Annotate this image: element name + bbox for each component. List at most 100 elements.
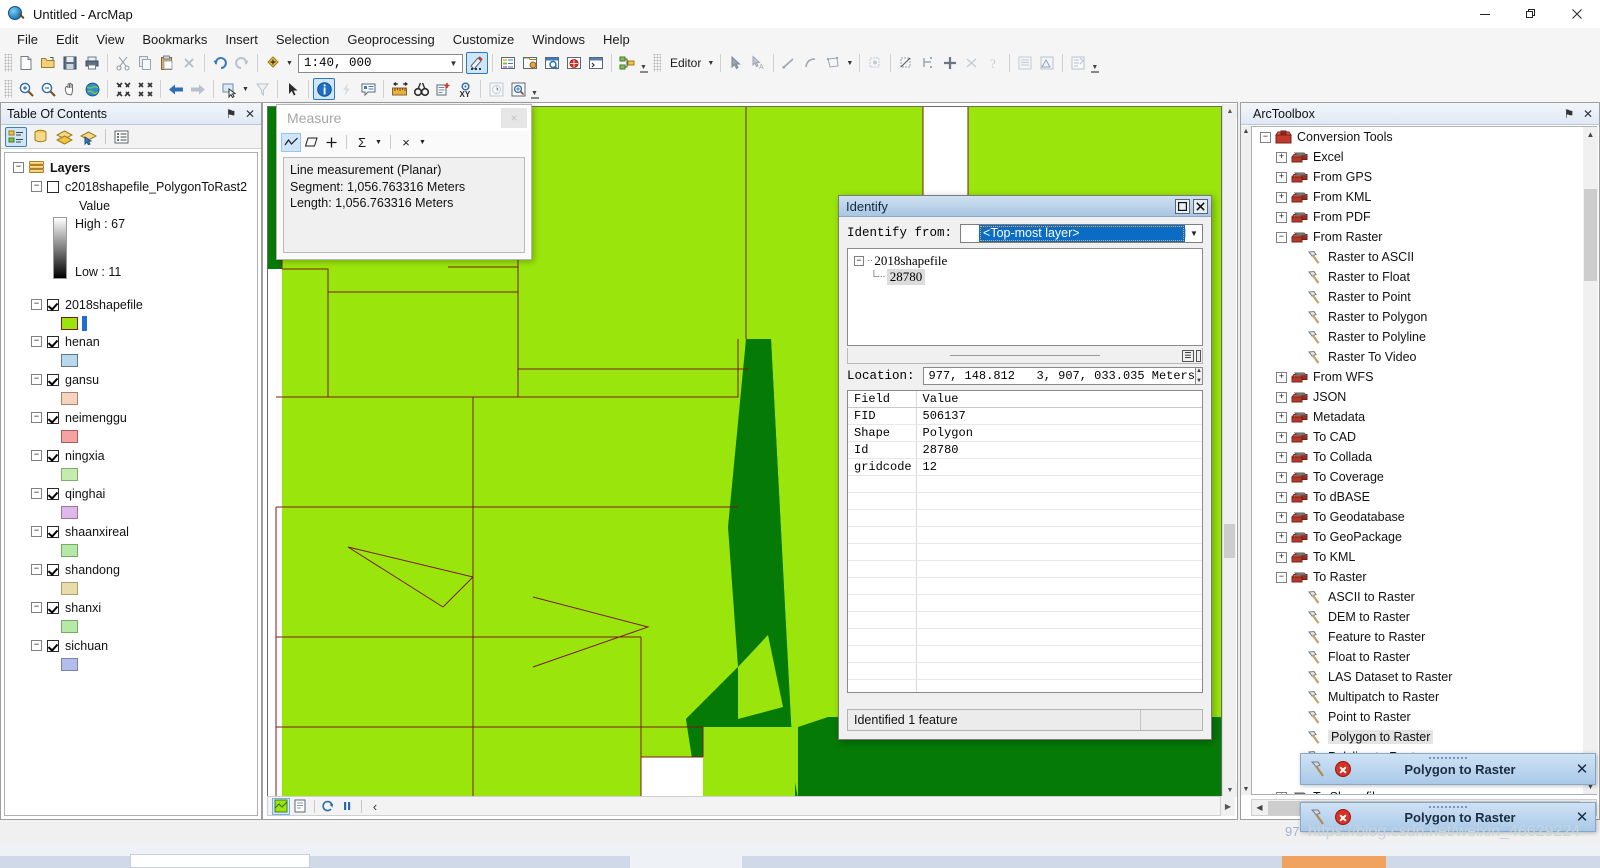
- arctoolbox-item-raster-to-point[interactable]: Raster to Point: [1252, 287, 1596, 307]
- create-viewer-window-icon[interactable]: [507, 78, 529, 100]
- copy-icon[interactable]: [134, 52, 156, 74]
- toc-layer-raster[interactable]: − c2018shapefile_PolygonToRast2: [5, 177, 257, 196]
- arctoolbox-item-raster-to-video[interactable]: Raster To Video: [1252, 347, 1596, 367]
- select-elements-icon[interactable]: [282, 78, 304, 100]
- arctoolbox-item-to-raster[interactable]: − To Raster: [1252, 567, 1596, 587]
- table-of-contents-icon[interactable]: [497, 52, 519, 74]
- expander-icon[interactable]: +: [1276, 431, 1287, 443]
- expander-icon[interactable]: +: [1276, 511, 1287, 523]
- arctoolbox-item-to-kml[interactable]: + To KML: [1252, 547, 1596, 567]
- expander-icon[interactable]: +: [1276, 151, 1287, 163]
- toc-layer-ningxia[interactable]: − ningxia: [5, 446, 257, 465]
- toast-grip[interactable]: [1428, 756, 1468, 759]
- menu-windows[interactable]: Windows: [523, 29, 594, 49]
- expander-icon[interactable]: +: [1276, 491, 1287, 503]
- expander-icon[interactable]: −: [31, 564, 42, 575]
- measure-area-icon[interactable]: [301, 133, 321, 152]
- toc-root-layers[interactable]: − Layers: [5, 158, 257, 177]
- map-scale-combo[interactable]: 1:40, 000 ▼: [298, 53, 463, 73]
- expander-icon[interactable]: −: [31, 181, 42, 192]
- fixed-zoom-in-icon[interactable]: [112, 78, 134, 100]
- arctoolbox-item-from-gps[interactable]: + From GPS: [1252, 167, 1596, 187]
- map-vertical-scrollbar[interactable]: ▲ ▼: [1222, 104, 1237, 797]
- identify-restore-icon[interactable]: [1175, 198, 1190, 214]
- menu-customize[interactable]: Customize: [444, 29, 523, 49]
- arctoolbox-item-to-collada[interactable]: + To Collada: [1252, 447, 1596, 467]
- find-route-icon[interactable]: [432, 78, 454, 100]
- toc-layer-shaanxireal[interactable]: − shaanxireal: [5, 522, 257, 541]
- layer-visibility-checkbox[interactable]: [47, 525, 59, 538]
- expander-icon[interactable]: +: [1276, 171, 1287, 183]
- expander-icon[interactable]: +: [1276, 791, 1287, 794]
- arctoolbox-item-from-pdf[interactable]: + From PDF: [1252, 207, 1596, 227]
- layer-visibility-checkbox[interactable]: [47, 411, 59, 424]
- curve-segment-icon[interactable]: [800, 52, 822, 74]
- identify-location-value[interactable]: 977, 148.812 3, 907, 033.035 Meters: [922, 367, 1196, 385]
- layout-view-icon[interactable]: [291, 798, 309, 815]
- python-window-icon[interactable]: [585, 52, 607, 74]
- toc-layer-shandong[interactable]: − shandong: [5, 560, 257, 579]
- toast-notification-1[interactable]: Polygon to Raster ✕: [1300, 753, 1596, 785]
- arctoolbox-item-to-geopackage[interactable]: + To GeoPackage: [1252, 527, 1596, 547]
- measure-clear-dropdown-icon[interactable]: ▼: [416, 139, 429, 146]
- table-row[interactable]: Id 28780: [848, 441, 1202, 459]
- expander-icon[interactable]: −: [1276, 231, 1287, 243]
- pause-drawing-icon[interactable]: [338, 798, 356, 815]
- select-dropdown-icon[interactable]: ▼: [240, 78, 251, 100]
- pan-icon[interactable]: [59, 78, 81, 100]
- construct-tools-dropdown-icon[interactable]: ▼: [844, 52, 855, 74]
- identify-close-icon[interactable]: [1193, 198, 1208, 214]
- measure-icon[interactable]: [388, 78, 410, 100]
- merge-tool-icon[interactable]: [939, 52, 961, 74]
- arctoolbox-item-from-wfs[interactable]: + From WFS: [1252, 367, 1596, 387]
- toc-layer-sichuan[interactable]: − sichuan: [5, 636, 257, 655]
- toc-layer-neimenggu[interactable]: − neimenggu: [5, 408, 257, 427]
- arctoolbox-item-raster-to-polyline[interactable]: Raster to Polyline: [1252, 327, 1596, 347]
- arctoolbox-item-float-to-raster[interactable]: Float to Raster: [1252, 647, 1596, 667]
- open-icon[interactable]: [37, 52, 59, 74]
- menu-bookmarks[interactable]: Bookmarks: [133, 29, 216, 49]
- editor-toolbar-grip[interactable]: [653, 54, 661, 72]
- zoom-in-icon[interactable]: [15, 78, 37, 100]
- scroll-left-icon[interactable]: ◀: [1252, 803, 1267, 812]
- arctoolbox-item-multipatch-to-raster[interactable]: Multipatch to Raster: [1252, 687, 1596, 707]
- list-by-visibility-icon[interactable]: [53, 127, 75, 147]
- map-corner-expand-icon[interactable]: ▶: [1221, 796, 1235, 816]
- expander-icon[interactable]: −: [31, 299, 42, 310]
- find-icon[interactable]: [410, 78, 432, 100]
- expander-icon[interactable]: −: [13, 162, 24, 173]
- rotate-tool-icon[interactable]: [961, 52, 983, 74]
- edit-annotation-tool-icon[interactable]: A: [747, 52, 769, 74]
- menu-help[interactable]: Help: [594, 29, 639, 49]
- catalog-icon[interactable]: [519, 52, 541, 74]
- html-popup-icon[interactable]: [357, 78, 379, 100]
- table-row[interactable]: gridcode 12: [848, 458, 1202, 476]
- arctoolbox-item-point-to-raster[interactable]: Point to Raster: [1252, 707, 1596, 727]
- list-by-drawing-order-icon[interactable]: [5, 126, 27, 147]
- identify-attributes-table[interactable]: Field Value FID 506137 Shape Polygon Id: [847, 390, 1203, 693]
- arctoolbox-item-las-dataset-to-raster[interactable]: LAS Dataset to Raster: [1252, 667, 1596, 687]
- map-scroll-thumb[interactable]: [1224, 524, 1235, 558]
- expander-icon[interactable]: −: [1260, 131, 1271, 143]
- identify-tree-child[interactable]: └··· 28780: [854, 269, 1202, 285]
- add-data-dropdown-icon[interactable]: ▼: [284, 52, 295, 74]
- model-builder-icon[interactable]: [616, 52, 638, 74]
- toc-pin-icon[interactable]: ⚑: [223, 105, 239, 123]
- editor-toolbar-overflow-icon[interactable]: ▼: [1089, 52, 1100, 74]
- identify-from-combo[interactable]: <Top-most layer> ▼: [960, 223, 1203, 243]
- arctoolbox-item-polygon-to-raster[interactable]: Polygon to Raster: [1252, 727, 1596, 747]
- arctoolbox-item-from-kml[interactable]: + From KML: [1252, 187, 1596, 207]
- close-button[interactable]: [1554, 0, 1600, 28]
- expander-icon[interactable]: +: [1276, 531, 1287, 543]
- identify-splitter[interactable]: ☰: [847, 348, 1203, 364]
- expander-icon[interactable]: +: [1276, 451, 1287, 463]
- expander-icon[interactable]: +: [1276, 371, 1287, 383]
- layer-visibility-checkbox[interactable]: [47, 335, 59, 348]
- layer-visibility-checkbox[interactable]: [47, 180, 59, 193]
- menu-selection[interactable]: Selection: [267, 29, 338, 49]
- toast-notification-2[interactable]: Polygon to Raster ✕: [1300, 802, 1596, 832]
- expander-icon[interactable]: +: [1276, 391, 1287, 403]
- arctoolbox-item-from-raster[interactable]: − From Raster: [1252, 227, 1596, 247]
- identify-title-bar[interactable]: Identify: [839, 196, 1211, 217]
- scroll-down-icon[interactable]: ▼: [1223, 783, 1237, 797]
